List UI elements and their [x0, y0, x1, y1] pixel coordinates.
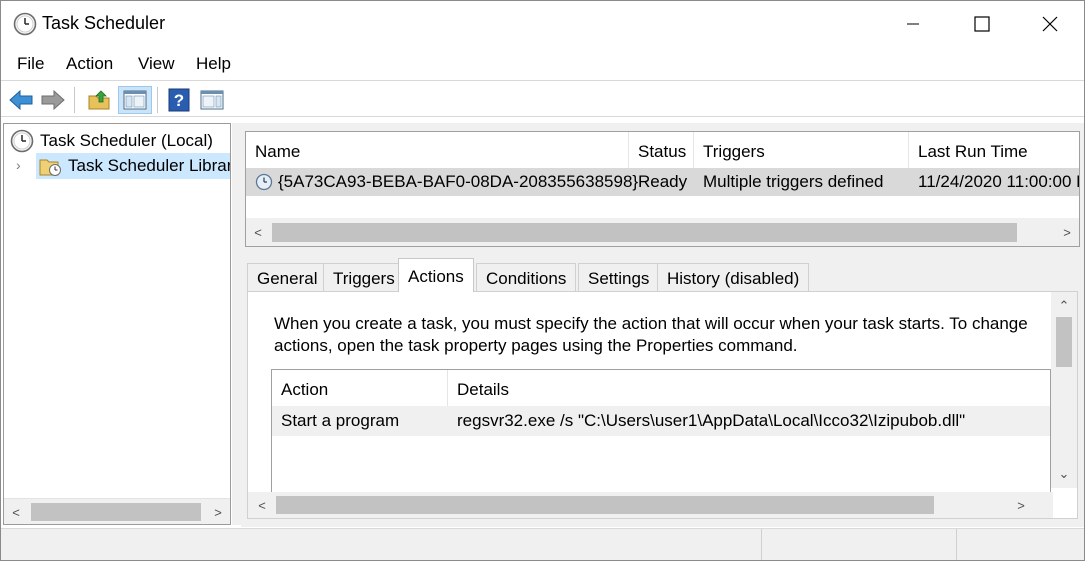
column-header-name[interactable]: Name [246, 132, 629, 168]
clock-icon [10, 129, 34, 153]
show-hide-console-tree-button[interactable] [118, 86, 152, 114]
table-row[interactable]: Start a program regsvr32.exe /s "C:\User… [272, 406, 1050, 436]
scroll-left-icon[interactable]: < [250, 493, 274, 517]
task-scheduler-window: Task Scheduler File Action View Help ? T… [0, 0, 1085, 561]
scroll-left-icon[interactable]: < [246, 220, 270, 244]
tab-general[interactable]: General [247, 263, 328, 291]
show-hide-action-pane-icon [200, 90, 224, 110]
tree-item-task-scheduler-library[interactable]: › Task Scheduler Library [8, 153, 231, 179]
forward-arrow-icon [41, 89, 65, 111]
tab-settings[interactable]: Settings [578, 263, 660, 291]
window-title: Task Scheduler [42, 13, 166, 33]
menu-view[interactable]: View [138, 54, 175, 74]
toolbar-separator [74, 87, 75, 113]
maximize-icon [974, 16, 990, 32]
tab-conditions[interactable]: Conditions [476, 263, 577, 291]
back-arrow-icon [9, 89, 33, 111]
column-header-status[interactable]: Status [629, 132, 694, 168]
folder-clock-icon [39, 159, 61, 176]
tree-item-label: Task Scheduler (Local) [40, 131, 213, 150]
scroll-right-icon[interactable]: > [1009, 493, 1033, 517]
scrollbar-thumb[interactable] [272, 223, 1017, 242]
scroll-left-icon[interactable]: < [4, 500, 28, 524]
horizontal-scrollbar[interactable]: < > [4, 498, 230, 524]
tab-actions[interactable]: Actions [398, 258, 474, 292]
toolbar: ? [1, 80, 1084, 117]
action-details: regsvr32.exe /s "C:\Users\user1\AppData\… [457, 411, 966, 430]
tree-item-label: Task Scheduler Library [68, 156, 231, 175]
actions-tab-content: When you create a task, you must specify… [247, 291, 1078, 519]
task-last-run-time: 11/24/2020 11:00:00 P [918, 172, 1080, 191]
status-bar [1, 528, 1084, 560]
task-status: Ready [638, 172, 688, 191]
menu-file[interactable]: File [17, 54, 44, 74]
menu-action[interactable]: Action [66, 54, 113, 74]
scroll-up-icon[interactable]: ⌃ [1052, 294, 1076, 318]
console-tree-pane: Task Scheduler (Local) › Task Scheduler … [3, 123, 231, 525]
task-clock-icon [255, 173, 273, 191]
up-folder-button[interactable] [85, 86, 113, 114]
horizontal-scrollbar[interactable]: < > [248, 492, 1053, 518]
tab-history[interactable]: History (disabled) [657, 263, 810, 291]
close-icon [1042, 16, 1058, 32]
description-line: actions, open the task property pages us… [274, 336, 798, 355]
column-header-triggers[interactable]: Triggers [694, 132, 909, 168]
svg-text:?: ? [174, 91, 184, 110]
task-list: Name Status Triggers Last Run Time {5A73… [245, 131, 1080, 247]
title-bar[interactable]: Task Scheduler [1, 1, 1084, 47]
status-bar-segment [761, 529, 762, 560]
actions-description: When you create a task, you must specify… [274, 313, 1054, 357]
scroll-right-icon[interactable]: > [206, 500, 230, 524]
description-line: When you create a task, you must specify… [274, 314, 1028, 333]
chevron-right-icon[interactable]: › [16, 157, 28, 173]
column-header-details[interactable]: Details [448, 370, 1050, 406]
action-type: Start a program [281, 411, 400, 430]
close-button[interactable] [1015, 1, 1084, 47]
show-hide-console-tree-icon [123, 90, 147, 110]
tab-triggers[interactable]: Triggers [323, 263, 405, 291]
scroll-right-icon[interactable]: > [1055, 220, 1079, 244]
status-bar-segment [956, 529, 957, 560]
task-details-tabs: General Triggers Actions Conditions Sett… [245, 253, 1080, 523]
horizontal-scrollbar[interactable]: < > [246, 218, 1079, 246]
menu-bar: File Action View Help [1, 49, 1084, 79]
task-triggers: Multiple triggers defined [703, 172, 884, 191]
column-header-action[interactable]: Action [272, 370, 448, 406]
up-folder-icon [88, 90, 110, 110]
clock-icon [13, 12, 37, 36]
actions-table: Action Details Start a program regsvr32.… [271, 369, 1051, 499]
back-button[interactable] [7, 86, 35, 114]
task-name: {5A73CA93-BEBA-BAF0-08DA-208355638598} [278, 172, 639, 191]
scroll-down-icon[interactable]: ⌄ [1052, 462, 1076, 486]
help-button[interactable]: ? [165, 86, 193, 114]
column-header-last-run-time[interactable]: Last Run Time [909, 132, 1079, 168]
maximize-button[interactable] [947, 1, 1017, 47]
scrollbar-thumb[interactable] [276, 496, 934, 514]
scrollbar-thumb[interactable] [1056, 317, 1072, 367]
show-hide-action-pane-button[interactable] [198, 86, 226, 114]
toolbar-separator [157, 87, 158, 113]
help-icon: ? [168, 88, 190, 112]
table-row[interactable]: {5A73CA93-BEBA-BAF0-08DA-208355638598} R… [246, 168, 1079, 196]
vertical-scrollbar[interactable]: ⌃ ⌄ [1051, 292, 1077, 488]
scrollbar-thumb[interactable] [31, 503, 201, 521]
minimize-button[interactable] [878, 1, 948, 47]
minimize-icon [907, 23, 919, 25]
menu-help[interactable]: Help [196, 54, 231, 74]
forward-button[interactable] [39, 86, 67, 114]
